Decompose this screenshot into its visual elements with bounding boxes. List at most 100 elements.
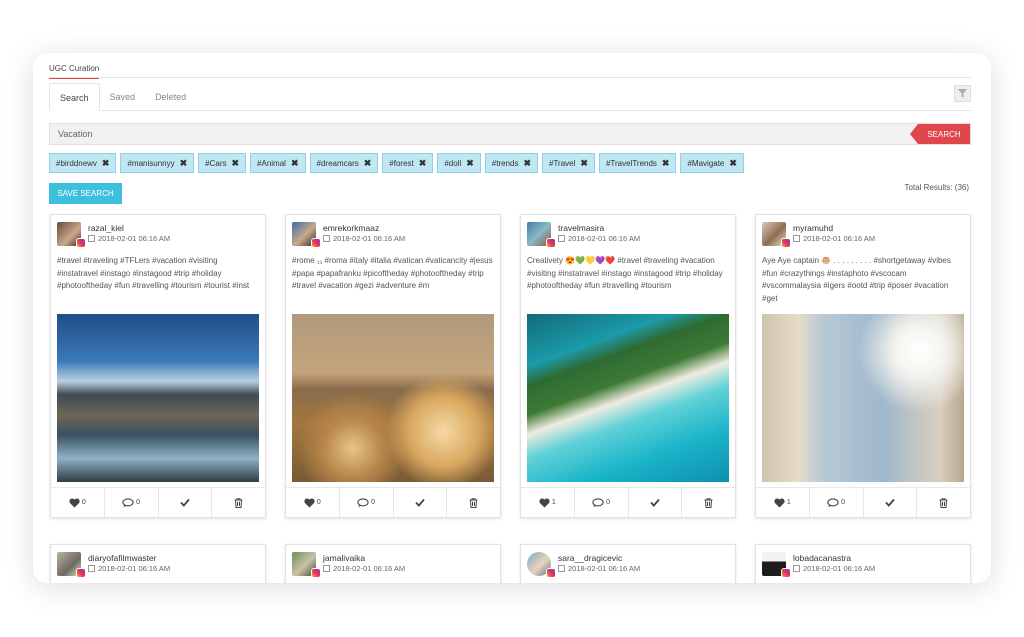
like-button[interactable]: 0	[286, 488, 340, 517]
remove-tag-icon[interactable]: ✖	[364, 158, 372, 169]
remove-tag-icon[interactable]: ✖	[180, 158, 188, 169]
tag-label: #dreamcars	[316, 158, 359, 168]
calendar-icon	[793, 235, 800, 242]
card-header: razal_kiel 2018-02-01 06:16 AM	[51, 215, 265, 251]
tag-list: #birddnewv ✖ #manisunnyy ✖ #Cars ✖ #Animal ✖…	[49, 153, 744, 173]
check-icon	[415, 498, 425, 507]
trash-icon	[234, 497, 243, 508]
date-text: 2018-02-01 06:16 AM	[98, 564, 171, 573]
card-header: travelmasira 2018-02-01 06:16 AM	[521, 215, 735, 251]
filter-button[interactable]	[954, 85, 971, 102]
date-text: 2018-02-01 06:16 AM	[333, 564, 406, 573]
tag-label: #forest	[389, 158, 414, 168]
remove-tag-icon[interactable]: ✖	[102, 158, 110, 169]
like-count: 1	[551, 499, 556, 506]
date-text: 2018-02-01 06:16 AM	[333, 234, 406, 243]
check-icon	[650, 498, 660, 507]
remove-tag-icon[interactable]: ✖	[523, 158, 531, 169]
post-date: 2018-02-01 06:16 AM	[323, 564, 405, 573]
post-image[interactable]	[292, 314, 494, 482]
like-count: 1	[786, 499, 791, 506]
comment-count: 0	[371, 499, 376, 506]
comment-button[interactable]: 0	[810, 488, 864, 517]
instagram-icon	[781, 238, 791, 248]
instagram-icon	[546, 238, 556, 248]
calendar-icon	[88, 235, 95, 242]
tag-label: #Mavigate	[687, 158, 725, 168]
post-caption: #travel #traveling #TFLers #vacation #vi…	[57, 256, 250, 290]
tag-chip: #Travel ✖	[542, 153, 595, 173]
instagram-icon	[546, 568, 556, 578]
tag-chip: #Animal ✖	[250, 153, 306, 173]
username[interactable]: myramuhd	[793, 223, 833, 233]
delete-button[interactable]	[682, 488, 735, 517]
post-date: 2018-02-01 06:16 AM	[88, 234, 170, 243]
remove-tag-icon[interactable]: ✖	[232, 158, 240, 169]
instagram-icon	[76, 238, 86, 248]
post-card: jamalivaika 2018-02-01 06:16 AM	[285, 544, 501, 583]
post-card: diaryofafilmwaster 2018-02-01 06:16 AM	[50, 544, 266, 583]
card-actions: 1 0	[756, 487, 970, 517]
post-caption: Aye Aye captain 🐵 . . . . . . . . . #sho…	[762, 256, 951, 303]
comment-button[interactable]: 0	[575, 488, 629, 517]
filter-icon	[958, 89, 967, 98]
save-search-button[interactable]: SAVE SEARCH	[49, 183, 122, 204]
check-icon	[885, 498, 895, 507]
tag-chip: #Mavigate ✖	[680, 153, 744, 173]
username[interactable]: travelmasira	[558, 223, 604, 233]
like-button[interactable]: 1	[521, 488, 575, 517]
post-date: 2018-02-01 06:16 AM	[558, 234, 640, 243]
like-button[interactable]: 1	[756, 488, 810, 517]
date-text: 2018-02-01 06:16 AM	[568, 234, 641, 243]
remove-tag-icon[interactable]: ✖	[662, 158, 670, 169]
post-card: myramuhd 2018-02-01 06:16 AM Aye Aye cap…	[755, 214, 971, 518]
remove-tag-icon[interactable]: ✖	[729, 158, 737, 169]
approve-button[interactable]	[159, 488, 213, 517]
approve-button[interactable]	[629, 488, 683, 517]
comment-button[interactable]: 0	[105, 488, 159, 517]
remove-tag-icon[interactable]: ✖	[419, 158, 427, 169]
tag-chip: #trends ✖	[484, 153, 538, 173]
delete-button[interactable]	[917, 488, 970, 517]
username[interactable]: emrekorkmaaz	[323, 223, 379, 233]
calendar-icon	[793, 565, 800, 572]
tab-saved[interactable]: Saved	[100, 83, 146, 111]
remove-tag-icon[interactable]: ✖	[466, 158, 474, 169]
username[interactable]: razal_kiel	[88, 223, 124, 233]
search-input[interactable]	[50, 124, 910, 144]
tag-label: #Animal	[257, 158, 286, 168]
heart-icon	[304, 497, 315, 508]
username[interactable]: lobadacanastra	[793, 553, 851, 563]
post-image[interactable]	[762, 314, 964, 482]
approve-button[interactable]	[394, 488, 448, 517]
remove-tag-icon[interactable]: ✖	[291, 158, 299, 169]
username[interactable]: jamalivaika	[323, 553, 365, 563]
instagram-icon	[781, 568, 791, 578]
post-image[interactable]	[527, 314, 729, 482]
comment-count: 0	[841, 499, 846, 506]
tag-chip: #TravelTrends ✖	[598, 153, 677, 173]
tab-deleted[interactable]: Deleted	[145, 83, 196, 111]
delete-button[interactable]	[447, 488, 500, 517]
instagram-icon	[311, 568, 321, 578]
date-text: 2018-02-01 06:16 AM	[98, 234, 171, 243]
comment-button[interactable]: 0	[340, 488, 394, 517]
trash-icon	[939, 497, 948, 508]
calendar-icon	[558, 235, 565, 242]
like-count: 0	[316, 499, 321, 506]
username[interactable]: sara__dragicevic	[558, 553, 622, 563]
like-button[interactable]: 0	[51, 488, 105, 517]
comment-icon	[592, 497, 604, 507]
calendar-icon	[323, 235, 330, 242]
username[interactable]: diaryofafilmwaster	[88, 553, 157, 563]
delete-button[interactable]	[212, 488, 265, 517]
tag-label: #Travel	[549, 158, 576, 168]
app-frame: UGC Curation Search Saved Deleted SEARCH…	[33, 53, 991, 583]
calendar-icon	[323, 565, 330, 572]
tab-search[interactable]: Search	[49, 83, 100, 111]
heart-icon	[774, 497, 785, 508]
search-button[interactable]: SEARCH	[910, 124, 970, 144]
remove-tag-icon[interactable]: ✖	[580, 158, 588, 169]
post-image[interactable]	[57, 314, 259, 482]
approve-button[interactable]	[864, 488, 918, 517]
